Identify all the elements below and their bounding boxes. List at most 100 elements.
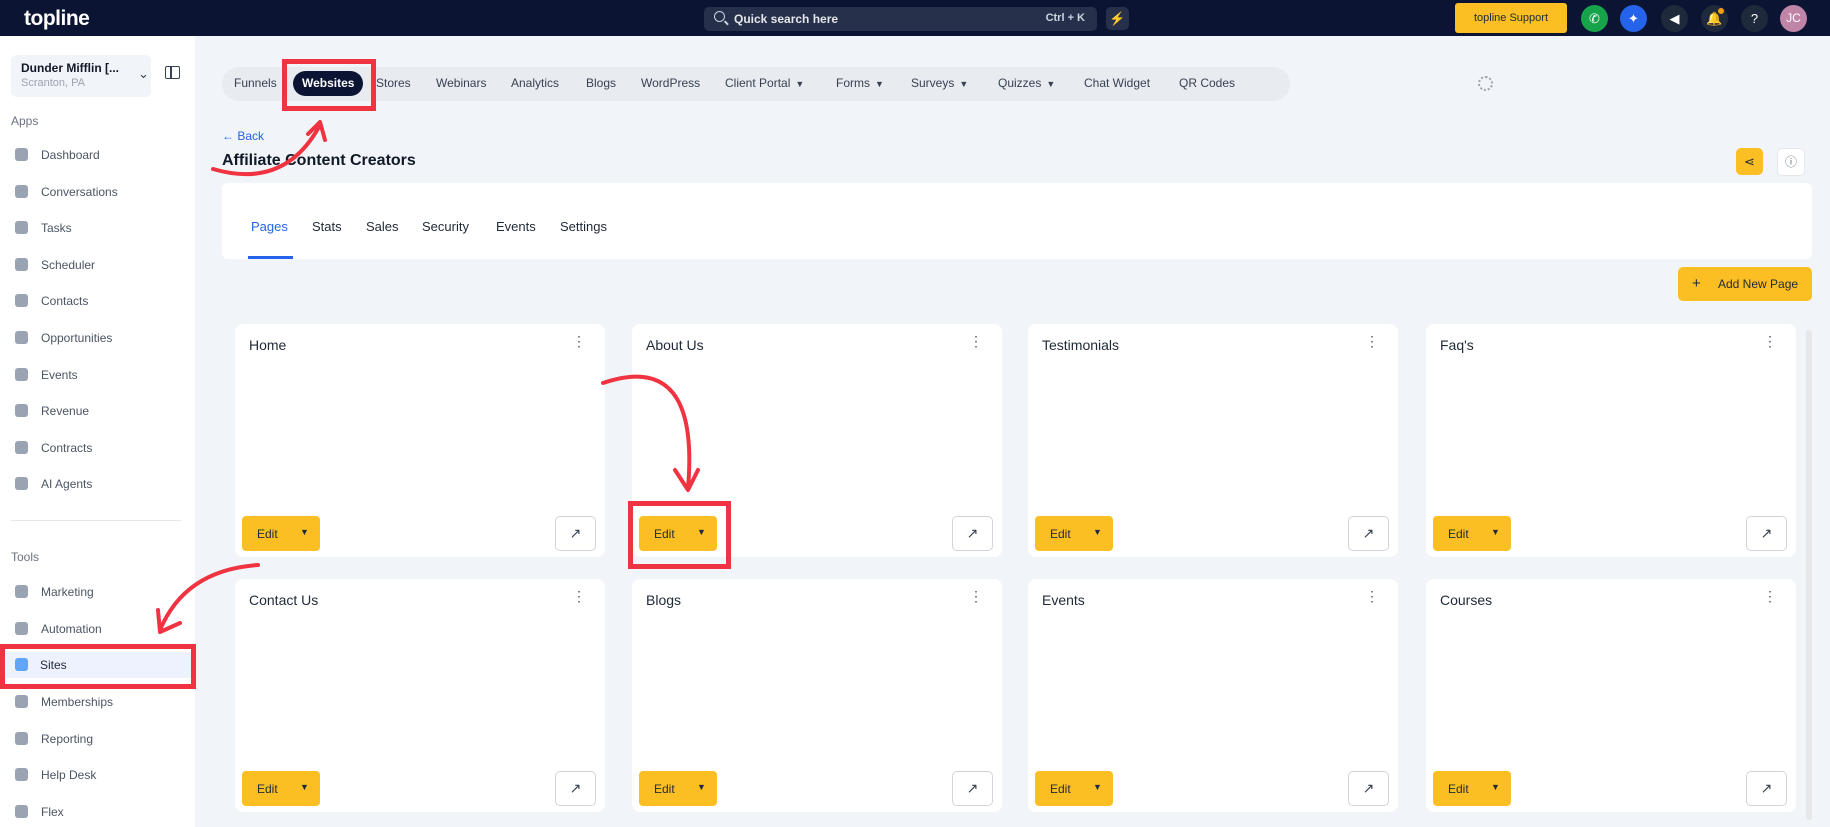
- page-card-title: Contact Us: [249, 592, 319, 608]
- tab-events[interactable]: Events: [496, 219, 536, 234]
- tab-wordpress[interactable]: WordPress: [641, 76, 700, 90]
- bell-icon[interactable]: 🔔: [1701, 5, 1728, 32]
- more-options-icon[interactable]: ⋮: [1365, 589, 1379, 603]
- more-options-icon[interactable]: ⋮: [572, 589, 586, 603]
- sidebar-item-conversations[interactable]: Conversations: [0, 179, 195, 205]
- sidebar-item-memberships[interactable]: Memberships: [0, 689, 195, 715]
- external-link-icon[interactable]: ↗: [555, 771, 596, 806]
- gear-icon[interactable]: [1478, 76, 1493, 91]
- page-card-contact-us: Contact Us ⋮ Edit ▼ ↗: [235, 579, 605, 812]
- support-button[interactable]: topline Support: [1455, 3, 1567, 33]
- tab-analytics[interactable]: Analytics: [511, 76, 559, 90]
- tab-label: Quizzes: [998, 76, 1042, 90]
- tab-quizzes[interactable]: Quizzes ▼: [998, 76, 1055, 90]
- tab-security[interactable]: Security: [422, 219, 469, 234]
- sidebar-item-flex[interactable]: Flex: [0, 799, 195, 825]
- chevron-down-icon[interactable]: ▼: [300, 782, 309, 792]
- sidebar-item-contracts[interactable]: Contracts: [0, 435, 195, 461]
- edit-button[interactable]: Edit ▼: [1035, 771, 1113, 806]
- more-options-icon[interactable]: ⋮: [1365, 334, 1379, 348]
- sidebar-collapse-icon[interactable]: [165, 66, 180, 79]
- sidebar-item-revenue[interactable]: Revenue: [0, 398, 195, 424]
- tab-webinars[interactable]: Webinars: [436, 76, 486, 90]
- tab-funnels[interactable]: Funnels: [234, 76, 277, 90]
- chevron-down-icon[interactable]: ▼: [1093, 527, 1102, 537]
- sidebar-item-opportunities[interactable]: Opportunities: [0, 325, 195, 351]
- apps-section-label: Apps: [11, 114, 39, 128]
- tab-surveys[interactable]: Surveys ▼: [911, 76, 968, 90]
- search-shortcut: Ctrl + K: [1045, 12, 1085, 24]
- scrollbar[interactable]: [1806, 330, 1812, 820]
- tab-pages[interactable]: Pages: [251, 219, 288, 234]
- account-switcher[interactable]: Dunder Mifflin [... Scranton, PA ⌄: [11, 55, 151, 97]
- edit-button[interactable]: Edit ▼: [1035, 516, 1113, 551]
- chevron-down-icon[interactable]: ▼: [697, 782, 706, 792]
- chevron-down-icon[interactable]: ▼: [1491, 527, 1500, 537]
- external-link-icon[interactable]: ↗: [952, 771, 993, 806]
- sidebar-item-label: Memberships: [41, 695, 114, 709]
- tab-stats[interactable]: Stats: [312, 219, 342, 234]
- arrow-head: [306, 120, 327, 142]
- tab-client-portal[interactable]: Client Portal ▼: [725, 76, 804, 90]
- external-link-icon[interactable]: ↗: [1348, 516, 1389, 551]
- edit-button[interactable]: Edit ▼: [242, 771, 320, 806]
- sidebar-item-marketing[interactable]: Marketing: [0, 579, 195, 605]
- chevron-down-icon[interactable]: ▼: [1491, 782, 1500, 792]
- avatar[interactable]: JC: [1780, 5, 1807, 32]
- page-card-title: Home: [249, 337, 287, 353]
- chat-icon: [15, 185, 28, 198]
- add-new-page-button[interactable]: + Add New Page: [1678, 267, 1812, 301]
- tab-stores[interactable]: Stores: [376, 76, 411, 90]
- share-icon[interactable]: ⋖: [1736, 148, 1763, 175]
- external-link-icon[interactable]: ↗: [1746, 771, 1787, 806]
- more-options-icon[interactable]: ⋮: [572, 334, 586, 348]
- sidebar-item-contacts[interactable]: Contacts: [0, 288, 195, 314]
- more-options-icon[interactable]: ⋮: [969, 589, 983, 603]
- megaphone-icon[interactable]: ◀: [1661, 5, 1688, 32]
- highlight-box-edit: [628, 501, 731, 569]
- sidebar-item-events[interactable]: Events: [0, 362, 195, 388]
- tab-sales[interactable]: Sales: [366, 219, 399, 234]
- phone-icon[interactable]: ✆: [1581, 5, 1608, 32]
- edit-button[interactable]: Edit ▼: [1433, 516, 1511, 551]
- info-icon[interactable]: ⓘ: [1777, 148, 1805, 176]
- chevron-down-icon[interactable]: ▼: [300, 527, 309, 537]
- document-icon: [15, 441, 28, 454]
- edit-button[interactable]: Edit ▼: [639, 771, 717, 806]
- tab-qr-codes[interactable]: QR Codes: [1179, 76, 1235, 90]
- search-placeholder: Quick search here: [734, 12, 839, 26]
- help-icon[interactable]: ?: [1741, 5, 1768, 32]
- lightning-icon[interactable]: ⚡: [1106, 7, 1129, 30]
- back-link[interactable]: ← Back: [222, 129, 264, 143]
- external-link-icon[interactable]: ↗: [952, 516, 993, 551]
- page-title: Affiliate Content Creators: [222, 152, 416, 169]
- edit-button[interactable]: Edit ▼: [242, 516, 320, 551]
- tab-blogs[interactable]: Blogs: [586, 76, 616, 90]
- edit-button[interactable]: Edit ▼: [1433, 771, 1511, 806]
- sidebar-item-scheduler[interactable]: Scheduler: [0, 252, 195, 278]
- sparkle-icon[interactable]: ✦: [1620, 5, 1647, 32]
- tab-forms[interactable]: Forms ▼: [836, 76, 884, 90]
- sidebar-item-help-desk[interactable]: Help Desk: [0, 762, 195, 788]
- sidebar-item-label: Automation: [41, 622, 102, 636]
- more-options-icon[interactable]: ⋮: [969, 334, 983, 348]
- chevron-down-icon[interactable]: ▼: [1093, 782, 1102, 792]
- sidebar-item-automation[interactable]: Automation: [0, 616, 195, 642]
- more-options-icon[interactable]: ⋮: [1763, 334, 1777, 348]
- external-link-icon[interactable]: ↗: [555, 516, 596, 551]
- external-link-icon[interactable]: ↗: [1746, 516, 1787, 551]
- events-icon: [15, 368, 28, 381]
- page-card-title: Faq's: [1440, 337, 1474, 353]
- sidebar-item-ai-agents[interactable]: AI Agents: [0, 471, 195, 497]
- sidebar-item-dashboard[interactable]: Dashboard: [0, 142, 195, 168]
- page-card-courses: Courses ⋮ Edit ▼ ↗: [1426, 579, 1796, 812]
- external-link-icon[interactable]: ↗: [1348, 771, 1389, 806]
- page-card-testimonials: Testimonials ⋮ Edit ▼ ↗: [1028, 324, 1398, 557]
- tab-settings[interactable]: Settings: [560, 219, 607, 234]
- tab-label: Surveys: [911, 76, 955, 90]
- sidebar-item-reporting[interactable]: Reporting: [0, 726, 195, 752]
- quick-search-input[interactable]: Quick search here Ctrl + K: [704, 7, 1097, 31]
- more-options-icon[interactable]: ⋮: [1763, 589, 1777, 603]
- sidebar-item-tasks[interactable]: Tasks: [0, 215, 195, 241]
- tab-chat-widget[interactable]: Chat Widget: [1084, 76, 1150, 90]
